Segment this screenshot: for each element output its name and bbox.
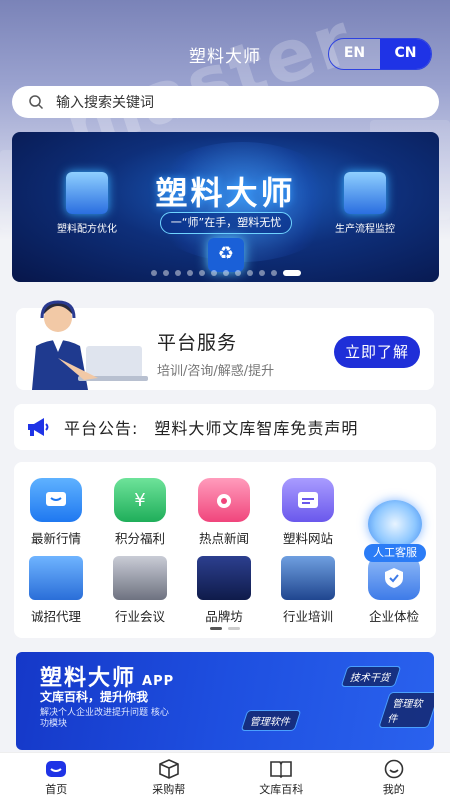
app-promo-banner[interactable]: 塑料大师 APP 文库百科，提升你我 解决个人企业改进提升问题 核心功模块 技术干… xyxy=(16,652,434,750)
grid-item-market[interactable]: 最新行情 xyxy=(14,478,98,547)
nav-label: 首页 xyxy=(45,783,68,796)
promo-app-tag: APP xyxy=(142,674,175,689)
megaphone-icon xyxy=(28,418,49,436)
grid-item-label: 品牌坊 xyxy=(205,609,243,624)
announcement-bar[interactable]: 平台公告: 塑料大师文库智库免责声明 xyxy=(14,404,436,450)
grid-item-brand[interactable]: 品牌坊 xyxy=(182,556,266,625)
nav-purchase[interactable]: 采购帮 xyxy=(113,753,226,800)
banner-dot xyxy=(150,270,157,276)
recycle-icon: ♻ xyxy=(208,238,244,272)
platform-service-card[interactable]: 平台服务 培训/咨询/解惑/提升 立即了解 xyxy=(16,300,434,390)
promo-card: 管理软件 xyxy=(240,710,302,731)
grid-item-conference[interactable]: 行业会议 xyxy=(98,556,182,625)
lang-cn-option[interactable]: CN xyxy=(380,39,431,69)
banner-left-label: 塑料配方优化 xyxy=(57,224,117,235)
nav-label: 文库百科 xyxy=(259,783,304,796)
banner-dot xyxy=(162,270,169,276)
banner-slogan: 一“师”在手，塑料无忧 xyxy=(160,212,292,234)
grid-item-label: 积分福利 xyxy=(114,531,165,546)
grid-page-dot xyxy=(228,627,240,630)
bottom-navigation: 首页 采购帮 文库百科 我的 xyxy=(0,752,450,800)
banner-dot xyxy=(234,270,241,276)
profile-icon xyxy=(384,759,404,779)
language-switch[interactable]: EN CN xyxy=(328,38,432,70)
grid-item-label: 行业培训 xyxy=(282,609,333,624)
banner-dot-active xyxy=(282,270,301,276)
banner-dot xyxy=(270,270,277,276)
factory-photo xyxy=(281,556,335,600)
announcement-text[interactable]: 塑料大师文库智库免责声明 xyxy=(154,415,358,439)
grid-pagination xyxy=(14,627,436,630)
grid-item-label: 塑料网站 xyxy=(282,531,333,546)
promo-description: 解决个人企业改进提升问题 核心功模块 xyxy=(40,708,169,729)
banner-dot xyxy=(222,270,229,276)
nav-label: 采购帮 xyxy=(152,783,186,796)
grid-page-dot-active xyxy=(210,627,222,630)
grid-item-points[interactable]: ¥ 积分福利 xyxy=(98,478,182,547)
nav-mine[interactable]: 我的 xyxy=(338,753,450,800)
meeting-photo xyxy=(113,556,167,600)
banner-dot xyxy=(258,270,265,276)
top-bar: 塑料大师 EN CN xyxy=(0,36,450,72)
banner-dot xyxy=(246,270,253,276)
support-agent-illustration xyxy=(32,300,148,390)
flame-icon xyxy=(198,478,250,522)
grid-item-label: 诚招代理 xyxy=(30,609,81,624)
lang-en-option[interactable]: EN xyxy=(329,39,380,69)
headset-icon xyxy=(368,500,422,548)
grid-item-websites[interactable]: 塑料网站 xyxy=(266,478,350,547)
grid-item-checkup[interactable]: 企业体检 xyxy=(352,556,436,625)
announcement-label: 平台公告: xyxy=(64,419,139,438)
nav-label: 我的 xyxy=(382,783,405,796)
service-subtitle: 培训/咨询/解惑/提升 xyxy=(157,364,275,379)
arch-photo xyxy=(197,556,251,600)
banner-right-label: 生产流程监控 xyxy=(335,224,395,235)
grid-item-label: 热点新闻 xyxy=(198,531,249,546)
box-icon xyxy=(158,759,179,779)
promo-card: 管理软件 xyxy=(378,692,434,728)
nav-home[interactable]: 首页 xyxy=(0,753,113,800)
browser-icon xyxy=(282,478,334,522)
home-icon xyxy=(46,761,67,777)
banner-dot xyxy=(198,270,205,276)
banner-pagination xyxy=(12,270,439,276)
book-icon xyxy=(270,761,293,779)
promo-subtitle: 文库百科，提升你我 xyxy=(40,690,149,704)
banner-dot xyxy=(186,270,193,276)
customer-service-label: 人工客服 xyxy=(364,544,426,562)
grid-item-news[interactable]: 热点新闻 xyxy=(182,478,266,547)
service-title: 平台服务 xyxy=(157,332,238,354)
banner-title: 塑料大师 xyxy=(155,174,296,212)
grid-item-label: 最新行情 xyxy=(30,531,81,546)
money-bag-icon: ¥ xyxy=(114,478,166,522)
customer-service-button[interactable]: 人工客服 xyxy=(362,500,428,566)
handshake-icon xyxy=(29,556,83,600)
search-input[interactable]: 输入搜索关键词 xyxy=(12,86,439,118)
grid-item-agency[interactable]: 诚招代理 xyxy=(14,556,98,625)
grid-item-label: 企业体检 xyxy=(368,609,419,624)
search-icon xyxy=(29,95,44,110)
nav-library[interactable]: 文库百科 xyxy=(225,753,338,800)
hero-banner[interactable]: 塑料配方优化 生产流程监控 塑料大师 一“师”在手，塑料无忧 ♻ xyxy=(12,132,439,282)
banner-dot xyxy=(174,270,181,276)
search-placeholder: 输入搜索关键词 xyxy=(56,95,154,111)
banner-dot xyxy=(210,270,217,276)
grid-item-training[interactable]: 行业培训 xyxy=(266,556,350,625)
message-icon xyxy=(30,478,82,522)
learn-more-button[interactable]: 立即了解 xyxy=(334,336,420,368)
grid-item-label: 行业会议 xyxy=(114,609,165,624)
promo-card: 技术干货 xyxy=(340,666,402,687)
